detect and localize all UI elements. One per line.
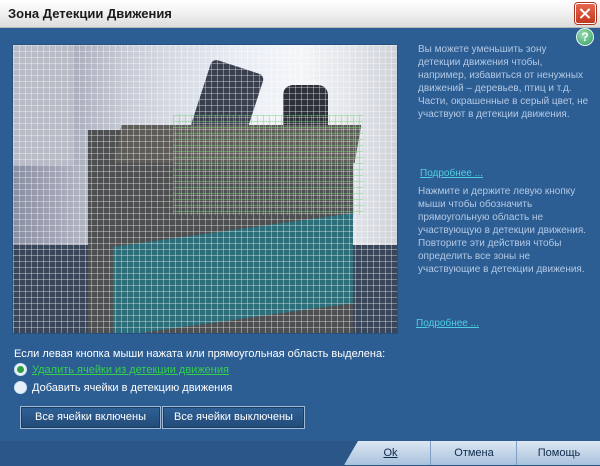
remove-cells-label[interactable]: Удалить ячейки из детекции движения xyxy=(32,364,229,376)
motion-zone-dialog: Зона Детекции Движения ? Вы можете умень… xyxy=(0,0,600,466)
info-text-mouse: Нажмите и держите левую кнопку мыши чтоб… xyxy=(418,186,587,275)
add-cells-option[interactable]: Добавить ячейки в детекцию движения xyxy=(14,381,232,394)
ok-label: Ok xyxy=(383,447,398,459)
cancel-button[interactable]: Отмена xyxy=(430,441,517,465)
radio-remove-cells[interactable] xyxy=(14,363,27,376)
info-text-zone: Вы можете уменьшить зону детекции движен… xyxy=(418,44,589,120)
close-icon[interactable] xyxy=(575,3,596,24)
remove-cells-option[interactable]: Удалить ячейки из детекции движения xyxy=(14,363,229,376)
all-cells-on-button[interactable]: Все ячейки включены xyxy=(20,406,161,429)
mouse-mode-hint: Если левая кнопка мыши нажата или прямоу… xyxy=(14,348,386,360)
more-info-link-2[interactable]: Подробнее ... xyxy=(416,318,479,329)
title-bar: Зона Детекции Движения xyxy=(0,0,600,28)
help-button[interactable]: Помощь xyxy=(516,441,600,465)
radio-add-cells[interactable] xyxy=(14,381,27,394)
camera-preview-grid[interactable] xyxy=(12,44,398,334)
add-cells-label[interactable]: Добавить ячейки в детекцию движения xyxy=(32,382,232,394)
all-cells-off-button[interactable]: Все ячейки выключены xyxy=(162,406,305,429)
window-title: Зона Детекции Движения xyxy=(8,6,172,21)
active-detection-cells xyxy=(173,115,363,215)
more-info-link-1[interactable]: Подробнее ... xyxy=(420,168,483,179)
ok-button[interactable]: Ok xyxy=(344,441,430,465)
